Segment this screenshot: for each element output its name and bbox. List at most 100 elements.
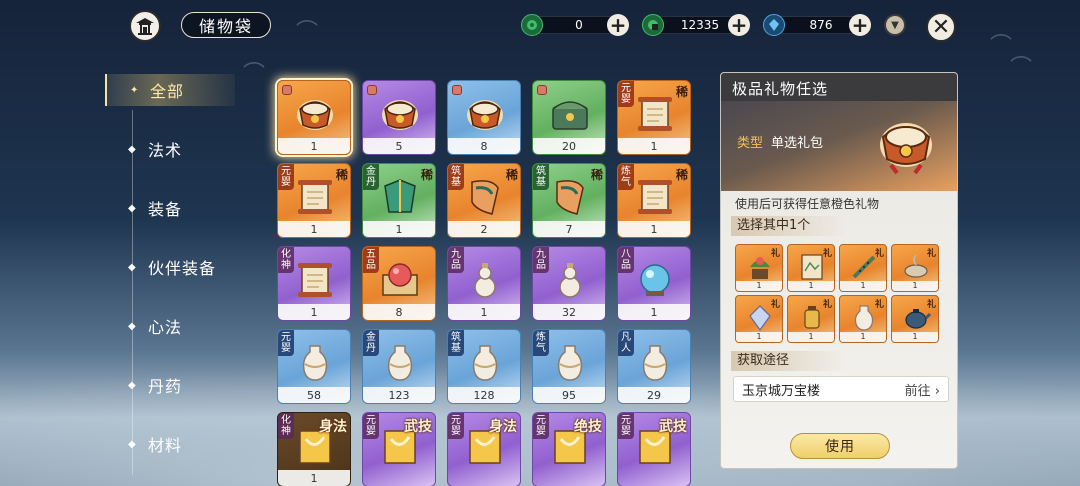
pearl-box-icon [382,263,418,296]
inventory-item[interactable]: 8 [447,80,521,155]
reward-tag: 礼 [770,300,780,310]
sidebar-item-label: 伙伴装备 [148,259,217,278]
reward-option[interactable]: 礼1 [735,295,783,343]
bullet-icon: ◆ [128,202,136,214]
expand-dropdown-button[interactable]: ▼ [884,14,906,36]
inventory-item[interactable]: 筑基 稀 7 [532,163,606,238]
reward-option[interactable]: 礼1 [735,244,783,292]
inventory-item[interactable]: 20 [532,80,606,155]
add-currency-button[interactable]: + [728,14,750,36]
item-grade-badge: 元婴 [278,164,294,190]
vase-icon [472,345,498,381]
item-tag: 稀 [675,85,688,99]
item-feature-banner: 类型 单选礼包 [721,101,957,191]
sidebar-item-materials[interactable]: ◆ 材料 [105,428,235,460]
inventory-item[interactable]: 元婴 稀 1 [617,80,691,155]
bullet-icon: ◆ [128,320,136,332]
sidebar-item-mental-arts[interactable]: ◆ 心法 [105,310,235,342]
item-count: 95 [533,387,605,403]
vase-icon [557,345,583,381]
inventory-item[interactable]: 九品 1 [447,246,521,321]
inventory-item[interactable]: 化神 身法 1 [277,412,351,486]
inventory-item[interactable]: 元婴 身法 [447,412,521,486]
reward-option[interactable]: 礼1 [839,244,887,292]
inventory-item[interactable]: 5 [362,80,436,155]
crane-decoration-icon: ⌒ [296,20,319,45]
sidebar-item-spells[interactable]: ◆ 法术 [105,133,235,165]
add-currency-button[interactable]: + [849,14,871,36]
reward-option[interactable]: 礼1 [787,244,835,292]
item-grade-badge: 筑基 [448,164,464,190]
item-tag: 身法 [319,419,347,435]
close-button[interactable]: ✕ [926,12,956,42]
use-button[interactable]: 使用 [790,433,890,459]
sidebar-item-label: 材料 [148,436,183,455]
item-tag: 稀 [505,168,518,182]
scroll-icon [638,97,672,131]
source-name: 玉京城万宝楼 [742,383,821,399]
reward-option[interactable]: 礼1 [891,295,939,343]
sidebar-item-label: 法术 [148,141,183,160]
inventory-item[interactable]: 化神 1 [277,246,351,321]
item-grade-badge: 化神 [278,413,294,439]
scroll-icon [298,263,332,297]
item-count: 1 [278,304,350,320]
item-tag: 稀 [335,168,348,182]
inventory-item[interactable]: 元婴 武技 [362,412,436,486]
inventory-item[interactable]: 元婴 绝技 [532,412,606,486]
add-currency-button[interactable]: + [607,14,629,36]
inventory-item[interactable]: 元婴 稀 1 [277,163,351,238]
inventory-item[interactable]: 炼气 95 [532,329,606,404]
inventory-item[interactable]: 元婴 58 [277,329,351,404]
inventory-item[interactable]: 1 [277,80,351,155]
source-row[interactable]: 玉京城万宝楼 前往 › [733,376,949,402]
reward-option[interactable]: 礼1 [787,295,835,343]
item-count: 2 [448,221,520,237]
inventory-item[interactable]: 筑基 128 [447,329,521,404]
crane-decoration-icon: ⌒ [990,34,1013,59]
inventory-item[interactable]: 金丹 123 [362,329,436,404]
inventory-item[interactable]: 凡人 29 [617,329,691,404]
item-tag: 稀 [675,168,688,182]
inventory-item[interactable]: 炼气 稀 1 [617,163,691,238]
goto-link[interactable]: 前往 › [905,380,940,399]
vase-icon [642,345,668,381]
item-count: 8 [363,304,435,320]
blue-crystal-icon [763,14,785,36]
inventory-item[interactable]: 五品 8 [362,246,436,321]
lock-icon [282,85,292,95]
lock-icon [452,85,462,95]
inventory-item[interactable]: 金丹 稀 1 [362,163,436,238]
inventory-item[interactable]: 八品 1 [617,246,691,321]
sidebar-item-equipment[interactable]: ◆ 装备 [105,192,235,224]
item-count: 58 [278,387,350,403]
sidebar-item-pills[interactable]: ◆ 丹药 [105,369,235,401]
chevron-right-icon: › [934,383,940,399]
home-button[interactable] [129,10,161,42]
sidebar-item-companion-equipment[interactable]: ◆ 伙伴装备 [105,251,235,283]
reward-option[interactable]: 礼1 [891,244,939,292]
inventory-item[interactable]: 九品 32 [532,246,606,321]
gift-pack-icon [880,123,932,175]
vase-icon [302,345,328,381]
bullet-icon: ◆ [128,143,136,155]
item-grade-badge: 九品 [533,247,549,273]
scroll-icon [638,180,672,214]
item-count: 128 [448,387,520,403]
reward-count: 1 [736,332,782,342]
item-grade-badge: 元婴 [363,413,379,439]
inventory-item[interactable]: 筑基 稀 2 [447,163,521,238]
reward-option[interactable]: 礼1 [839,295,887,343]
item-count: 1 [278,470,350,486]
locked-spirit-stone-icon [642,14,664,36]
inventory-item[interactable]: 元婴 武技 [617,412,691,486]
sidebar-item-all[interactable]: ✦ 全部 [105,74,235,106]
currency-locked-spirit-stone: 12335 + [642,14,750,36]
item-count: 1 [363,221,435,237]
banner-icon [471,180,499,215]
gourd-icon [474,263,496,298]
item-count: 7 [533,221,605,237]
reward-count: 1 [892,332,938,342]
item-grade-badge: 元婴 [618,413,634,439]
close-icon: ✕ [931,14,951,40]
